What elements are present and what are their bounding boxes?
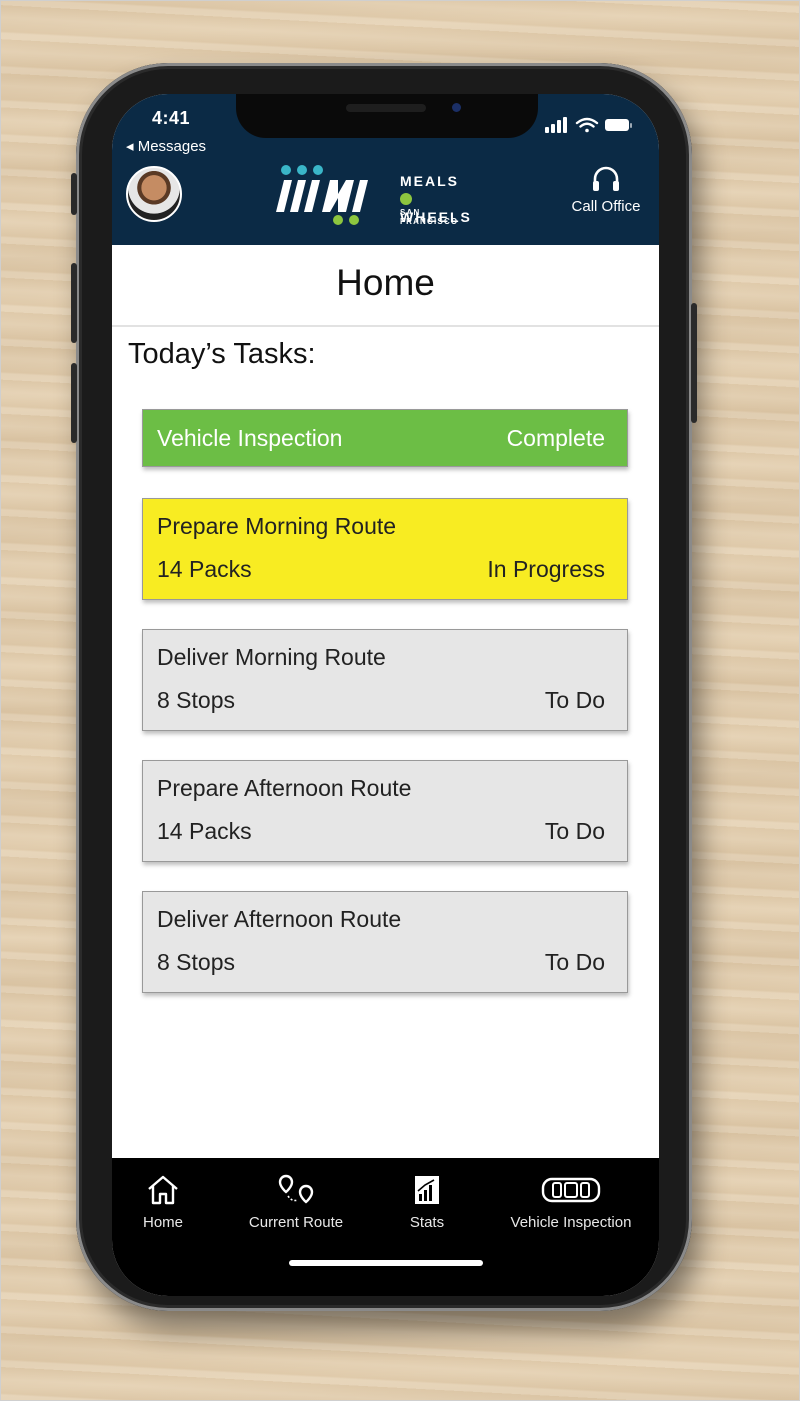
volume-up-button bbox=[71, 263, 77, 343]
power-button bbox=[691, 303, 697, 423]
task-detail: 14 Packs bbox=[157, 818, 252, 844]
speaker bbox=[346, 104, 426, 112]
task-name: Prepare Afternoon Route bbox=[157, 775, 412, 801]
home-icon bbox=[148, 1175, 178, 1205]
user-avatar[interactable] bbox=[126, 166, 182, 222]
task-name: Deliver Morning Route bbox=[157, 644, 386, 670]
meals-on-wheels-logo: MEALS WHEELS SAN FRANCISCO bbox=[268, 164, 470, 231]
mute-switch bbox=[71, 173, 77, 215]
logo-text-meals: MEALS bbox=[400, 173, 459, 189]
back-to-messages-link[interactable]: ◂ Messages bbox=[126, 137, 206, 155]
tab-home[interactable]: Home bbox=[132, 1172, 194, 1231]
task-card-deliver-morning-route[interactable]: Deliver Morning Route 8 Stops To Do bbox=[142, 629, 628, 731]
task-status: To Do bbox=[544, 818, 605, 844]
notch bbox=[236, 94, 538, 138]
task-status: To Do bbox=[544, 949, 605, 975]
title-bar: Home bbox=[112, 245, 659, 327]
task-card-prepare-morning-route[interactable]: Prepare Morning Route 14 Packs In Progre… bbox=[142, 498, 628, 600]
vehicle-icon bbox=[541, 1177, 601, 1203]
status-icons bbox=[545, 116, 635, 139]
task-card-prepare-afternoon-route[interactable]: Prepare Afternoon Route 14 Packs To Do bbox=[142, 760, 628, 862]
task-status: In Progress bbox=[487, 556, 605, 582]
phone-screen: 4:41 ◂ Messages MEALS WHEELS SAN FRANCIS… bbox=[112, 94, 659, 1296]
home-indicator[interactable] bbox=[289, 1260, 483, 1266]
task-detail: 8 Stops bbox=[157, 949, 235, 975]
task-name: Vehicle Inspection bbox=[157, 425, 343, 451]
call-office-button[interactable]: Call Office bbox=[556, 162, 656, 215]
task-card-vehicle-inspection[interactable]: Vehicle Inspection Complete bbox=[142, 409, 628, 467]
route-icon bbox=[278, 1174, 314, 1204]
task-name: Prepare Morning Route bbox=[157, 513, 397, 539]
signal-icon bbox=[545, 117, 567, 133]
front-camera bbox=[452, 103, 461, 112]
task-status: To Do bbox=[544, 687, 605, 713]
tab-stats[interactable]: Stats bbox=[396, 1172, 458, 1231]
logo-subtitle: SAN FRANCISCO bbox=[400, 208, 459, 226]
stats-icon bbox=[415, 1176, 439, 1204]
page-title: Home bbox=[336, 262, 435, 303]
bottom-tab-bar: Home Current Route Stats Vehicle Inspect… bbox=[112, 1158, 659, 1296]
tab-label: Home bbox=[142, 1214, 183, 1231]
task-detail: 14 Packs bbox=[157, 556, 252, 582]
tab-label: Stats bbox=[409, 1214, 445, 1231]
volume-down-button bbox=[71, 363, 77, 443]
battery-icon bbox=[605, 119, 632, 131]
status-time: 4:41 bbox=[152, 108, 191, 128]
tab-label: Current Route bbox=[248, 1214, 344, 1231]
call-office-label: Call Office bbox=[571, 198, 641, 215]
app-header: 4:41 ◂ Messages MEALS WHEELS SAN FRANCIS… bbox=[112, 94, 659, 245]
tasks-heading: Today’s Tasks: bbox=[128, 338, 316, 370]
task-detail: 8 Stops bbox=[157, 687, 235, 713]
headset-icon bbox=[593, 166, 619, 191]
tab-label: Vehicle Inspection bbox=[510, 1214, 632, 1231]
task-card-deliver-afternoon-route[interactable]: Deliver Afternoon Route 8 Stops To Do bbox=[142, 891, 628, 993]
logo-on-badge bbox=[400, 193, 412, 205]
task-name: Deliver Afternoon Route bbox=[157, 906, 402, 932]
tab-current-route[interactable]: Current Route bbox=[240, 1172, 352, 1231]
wifi-icon bbox=[575, 117, 599, 133]
tab-vehicle-inspection[interactable]: Vehicle Inspection bbox=[496, 1172, 646, 1231]
task-status: Complete bbox=[506, 425, 605, 451]
